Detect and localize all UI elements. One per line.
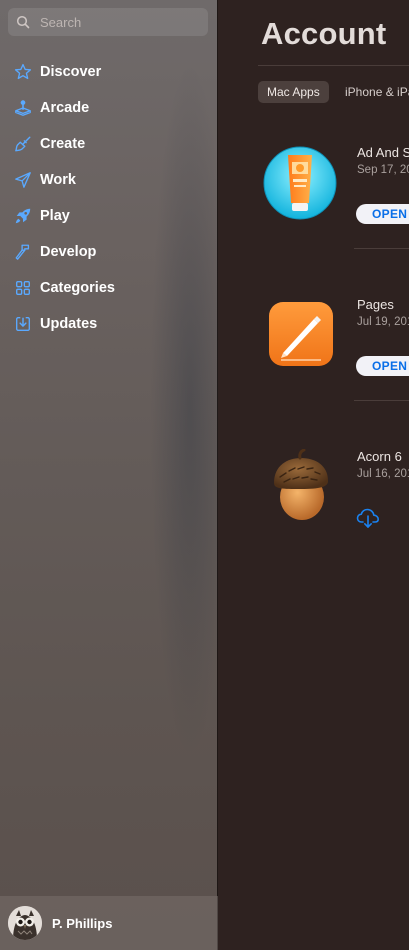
rocket-icon: [13, 207, 32, 226]
hammer-icon: [13, 243, 32, 262]
brush-icon: [13, 135, 32, 154]
app-name: Acorn 6: [357, 449, 402, 464]
sidebar-item-label: Updates: [40, 316, 98, 332]
account-button[interactable]: P. Phillips: [0, 896, 218, 950]
page-title: Account: [261, 16, 387, 51]
sidebar-item-develop[interactable]: Develop: [0, 234, 218, 270]
sidebar-nav: Discover Arcade Create Work Play Develop…: [0, 54, 218, 342]
search-input[interactable]: [38, 13, 202, 31]
star-icon: [13, 63, 32, 82]
app-store-window: Discover Arcade Create Work: [0, 0, 409, 950]
sidebar-item-label: Create: [40, 136, 86, 152]
main-content: Account Mac Apps iPhone & iPad Apps: [218, 0, 409, 950]
open-button[interactable]: OPEN: [356, 356, 409, 376]
cloud-download-icon[interactable]: [356, 507, 380, 529]
list-item: Ad And Sun Sep 17, 2019 OPEN: [258, 145, 409, 275]
download-icon: [13, 315, 32, 334]
sidebar-item-discover[interactable]: Discover: [0, 54, 218, 90]
sidebar-item-arcade[interactable]: Arcade: [0, 90, 218, 126]
user-name: P. Phillips: [52, 915, 113, 931]
search-icon: [16, 15, 30, 29]
sidebar-item-label: Develop: [40, 244, 97, 260]
sidebar-item-label: Arcade: [40, 100, 90, 116]
search-field[interactable]: [8, 8, 208, 36]
sidebar-item-label: Work: [40, 172, 76, 188]
sidebar-item-label: Categories: [40, 280, 115, 296]
pages-app-icon: [262, 297, 338, 373]
avatar: [8, 906, 42, 940]
list-item: Pages Jul 19, 2019 OPEN: [258, 297, 409, 427]
sidebar-item-label: Discover: [40, 64, 102, 80]
sidebar-item-label: Play: [40, 208, 70, 224]
joystick-icon: [13, 99, 32, 118]
sunscreen-app-icon: [262, 145, 338, 221]
divider: [354, 248, 409, 249]
app-name: Pages: [357, 297, 394, 312]
app-date: Sep 17, 2019: [357, 164, 409, 176]
sidebar: Discover Arcade Create Work: [0, 0, 230, 950]
sidebar-item-play[interactable]: Play: [0, 198, 218, 234]
tab-mac-apps[interactable]: Mac Apps: [258, 81, 329, 103]
sidebar-item-create[interactable]: Create: [0, 126, 218, 162]
paper-plane-icon: [13, 171, 32, 190]
sidebar-item-work[interactable]: Work: [0, 162, 218, 198]
acorn-app-icon: [262, 448, 338, 525]
tab-iphone-ipad-apps[interactable]: iPhone & iPad Apps: [345, 81, 409, 103]
list-item: Acorn 6 Jul 16, 2019: [258, 448, 409, 579]
sidebar-item-updates[interactable]: Updates: [0, 306, 218, 342]
app-date: Jul 16, 2019: [357, 468, 409, 480]
grid-icon: [13, 279, 32, 298]
app-name: Ad And Sun: [357, 145, 409, 160]
divider: [354, 400, 409, 401]
divider: [258, 65, 409, 66]
open-button[interactable]: OPEN: [356, 204, 409, 224]
sidebar-item-categories[interactable]: Categories: [0, 270, 218, 306]
app-date: Jul 19, 2019: [357, 316, 409, 328]
